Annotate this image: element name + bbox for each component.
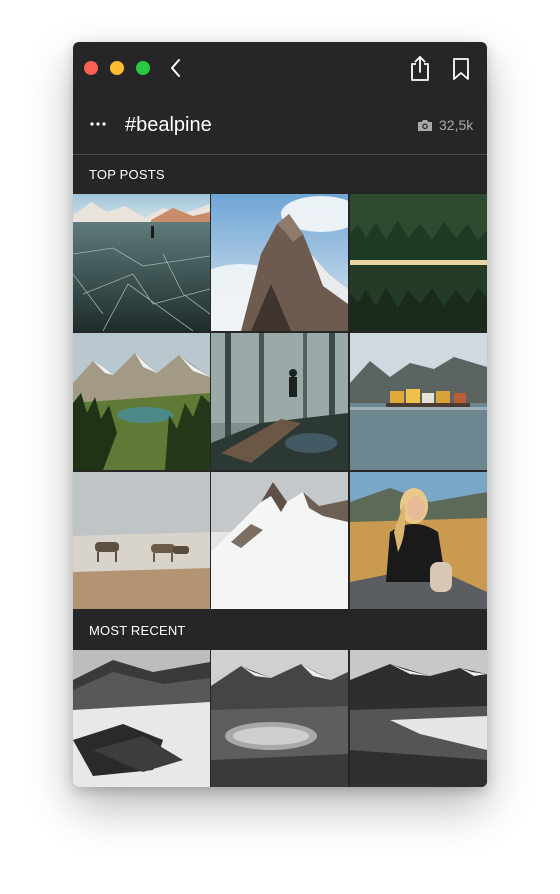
close-window-button[interactable] xyxy=(84,61,98,75)
most-recent-grid xyxy=(73,650,487,787)
post-thumbnail-forest-lake[interactable] xyxy=(350,194,487,331)
post-thumbnail-forest-hiker[interactable] xyxy=(211,333,348,470)
post-thumbnail-alpine-valley[interactable] xyxy=(73,333,210,470)
post-thumbnail-misty-peak[interactable] xyxy=(211,194,348,331)
hashtag-header: #bealpine 32,5k xyxy=(73,94,487,155)
camera-icon xyxy=(418,120,432,131)
post-thumbnail-bw-hills[interactable] xyxy=(73,650,210,787)
hashtag-title: #bealpine xyxy=(125,114,212,136)
post-thumbnail-woman-portrait[interactable] xyxy=(350,472,487,609)
share-icon[interactable] xyxy=(407,54,433,82)
header-divider xyxy=(73,154,487,155)
title-bar xyxy=(73,42,487,94)
bookmark-icon[interactable] xyxy=(449,56,473,82)
top-posts-grid xyxy=(73,194,487,610)
section-label-most-recent: MOST RECENT xyxy=(89,623,186,638)
post-thumbnail-reindeer[interactable] xyxy=(73,472,210,609)
post-thumbnail-frozen-lake[interactable] xyxy=(73,194,210,331)
post-thumbnail-bw-slope[interactable] xyxy=(350,650,487,787)
app-window: #bealpine 32,5k TOP POSTS MOST RECENT xyxy=(73,42,487,787)
post-thumbnail-snowy-ridge[interactable] xyxy=(211,472,348,609)
post-thumbnail-fjord-village[interactable] xyxy=(350,333,487,470)
post-thumbnail-bw-pond[interactable] xyxy=(211,650,348,787)
post-count: 32,5k xyxy=(439,117,474,133)
maximize-window-button[interactable] xyxy=(136,61,150,75)
chevron-left-icon[interactable] xyxy=(165,56,187,80)
minimize-window-button[interactable] xyxy=(110,61,124,75)
section-label-top-posts: TOP POSTS xyxy=(89,167,165,182)
more-horizontal-icon[interactable] xyxy=(89,120,107,128)
